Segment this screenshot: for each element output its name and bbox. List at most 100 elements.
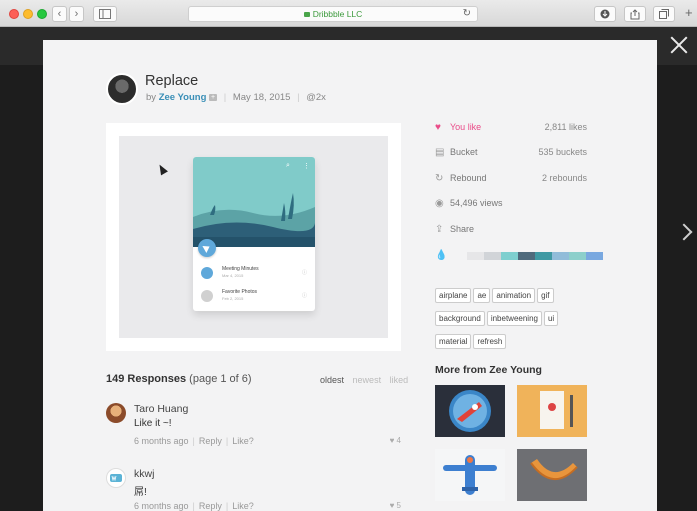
like-link[interactable]: Like?: [232, 436, 254, 446]
notebook-icon: [540, 391, 573, 429]
bucket-stat[interactable]: ▤ Bucket 535 buckets: [435, 146, 587, 160]
rebounds-count[interactable]: 2 rebounds: [542, 173, 587, 183]
share-icon: ⇪: [435, 224, 444, 235]
tag[interactable]: ae: [473, 288, 491, 303]
tag-list: airplane ae animation gif background inbetwee…: [435, 285, 595, 354]
tag[interactable]: material: [435, 334, 472, 349]
responses-count: 149 Responses: [106, 373, 187, 385]
comment-likes-count: 5: [396, 501, 401, 510]
color-swatch[interactable]: [484, 252, 501, 260]
like-link[interactable]: Like?: [232, 501, 254, 511]
more-from-title: More from Zee Young: [435, 364, 542, 376]
rebound-stat[interactable]: ↻ Rebound 2 rebounds: [435, 172, 587, 186]
close-modal-icon[interactable]: [670, 36, 688, 54]
downloads-button[interactable]: [594, 6, 616, 22]
like-label: You like: [450, 122, 482, 132]
sort-newest[interactable]: newest: [353, 375, 382, 385]
more-shot-thumbnail[interactable]: [517, 449, 587, 501]
buckets-count[interactable]: 535 buckets: [538, 147, 587, 157]
tag[interactable]: gif: [537, 288, 554, 303]
commenter-name[interactable]: kkwj: [134, 468, 154, 480]
more-icon: ⋮: [303, 163, 310, 170]
author-avatar[interactable]: [106, 73, 138, 105]
droplet-icon: 💧: [435, 250, 448, 261]
new-tab-icon[interactable]: +: [685, 5, 693, 20]
close-window-button[interactable]: [9, 9, 19, 19]
comment-text: Like it ~!: [134, 418, 172, 429]
mockup-row-date: Feb 2, 2015: [222, 296, 244, 301]
commenter-name[interactable]: Taro Huang: [134, 403, 188, 415]
zoom-link[interactable]: @2x: [306, 92, 326, 103]
by-label: by: [146, 92, 157, 103]
airplane-icon: [443, 455, 497, 495]
more-shot-thumbnail[interactable]: [435, 385, 505, 437]
more-shot-thumbnail[interactable]: [517, 385, 587, 437]
zoom-window-button[interactable]: [37, 9, 47, 19]
mockup-row: Favorite Photos Feb 2, 2015 ⓘ: [201, 288, 307, 306]
cursor-icon: [156, 162, 168, 176]
mockup-row-title: Meeting Minutes: [222, 266, 259, 272]
color-swatch[interactable]: [501, 252, 518, 260]
minimize-window-button[interactable]: [23, 9, 33, 19]
shot-image[interactable]: ⌕ ⋮ Meeting Minutes Mar 4, 2015 ⓘ Favori…: [106, 123, 401, 351]
commenter-avatar[interactable]: [106, 468, 126, 488]
color-swatch[interactable]: [467, 252, 484, 260]
pro-badge: +: [209, 94, 218, 101]
color-swatch[interactable]: [535, 252, 552, 260]
share-stat[interactable]: ⇪ Share: [435, 223, 587, 237]
eye-icon: ◉: [435, 198, 444, 209]
address-bar[interactable]: Dribbble LLC ↻: [188, 6, 478, 22]
comment-text: 屌!: [134, 487, 147, 498]
comment-meta: 6 months ago | Reply | Like?: [134, 501, 254, 511]
shot-canvas: ⌕ ⋮ Meeting Minutes Mar 4, 2015 ⓘ Favori…: [119, 136, 388, 338]
comment-likes: ♥ 4: [390, 436, 401, 445]
reply-link[interactable]: Reply: [199, 436, 222, 446]
bucket-label: Bucket: [450, 147, 478, 157]
tag[interactable]: airplane: [435, 288, 472, 303]
bucket-icon: ▤: [435, 147, 445, 158]
commenter-avatar[interactable]: [106, 403, 126, 423]
boomerang-icon: [530, 459, 578, 480]
landscape-illustration: [193, 193, 315, 247]
color-swatch[interactable]: [569, 252, 586, 260]
phone-mockup: ⌕ ⋮ Meeting Minutes Mar 4, 2015 ⓘ Favori…: [193, 157, 315, 311]
search-icon: ⌕: [286, 162, 290, 169]
likes-count[interactable]: 2,811 likes: [545, 122, 587, 132]
tag[interactable]: background: [435, 311, 485, 326]
shot-date: May 18, 2015: [232, 92, 291, 103]
more-shot-thumbnail[interactable]: [435, 449, 505, 501]
mockup-row-date: Mar 4, 2015: [222, 273, 244, 278]
color-swatch[interactable]: [552, 252, 569, 260]
reload-icon[interactable]: ↻: [463, 7, 471, 21]
tag[interactable]: animation: [492, 288, 536, 303]
views-stat: ◉ 54,496 views: [435, 197, 587, 211]
address-text: Dribbble LLC: [312, 9, 363, 19]
sidebar-icon: [99, 9, 111, 19]
reply-link[interactable]: Reply: [199, 501, 222, 511]
shot-modal: Replace by Zee Young + | May 18, 2015 | …: [43, 40, 657, 511]
like-stat[interactable]: ♥ You like 2,811 likes: [435, 121, 587, 135]
share-button[interactable]: [624, 6, 646, 22]
forward-button[interactable]: ›: [69, 6, 84, 22]
lock-icon: [303, 12, 310, 17]
rocket-icon: [449, 390, 491, 432]
tag[interactable]: refresh: [473, 334, 507, 349]
author-link[interactable]: Zee Young: [159, 92, 207, 103]
sort-oldest[interactable]: oldest: [320, 375, 344, 385]
color-swatch[interactable]: [586, 252, 603, 260]
next-shot-icon[interactable]: [675, 223, 693, 241]
views-label: 54,496 views: [450, 198, 503, 208]
color-swatch[interactable]: [518, 252, 535, 260]
response-sort: oldest newest liked: [314, 375, 408, 385]
sort-liked[interactable]: liked: [390, 375, 409, 385]
info-icon: ⓘ: [301, 270, 307, 276]
heart-icon: ♥: [389, 436, 395, 445]
share-label: Share: [450, 224, 475, 234]
tabs-button[interactable]: [653, 6, 675, 22]
folder-icon: [201, 290, 213, 302]
tag[interactable]: ui: [543, 311, 559, 326]
sidebar-toggle-button[interactable]: [93, 6, 117, 22]
tag[interactable]: inbetweening: [486, 311, 542, 326]
back-button[interactable]: ‹: [52, 6, 67, 22]
mockup-hero: ⌕ ⋮: [193, 157, 315, 247]
